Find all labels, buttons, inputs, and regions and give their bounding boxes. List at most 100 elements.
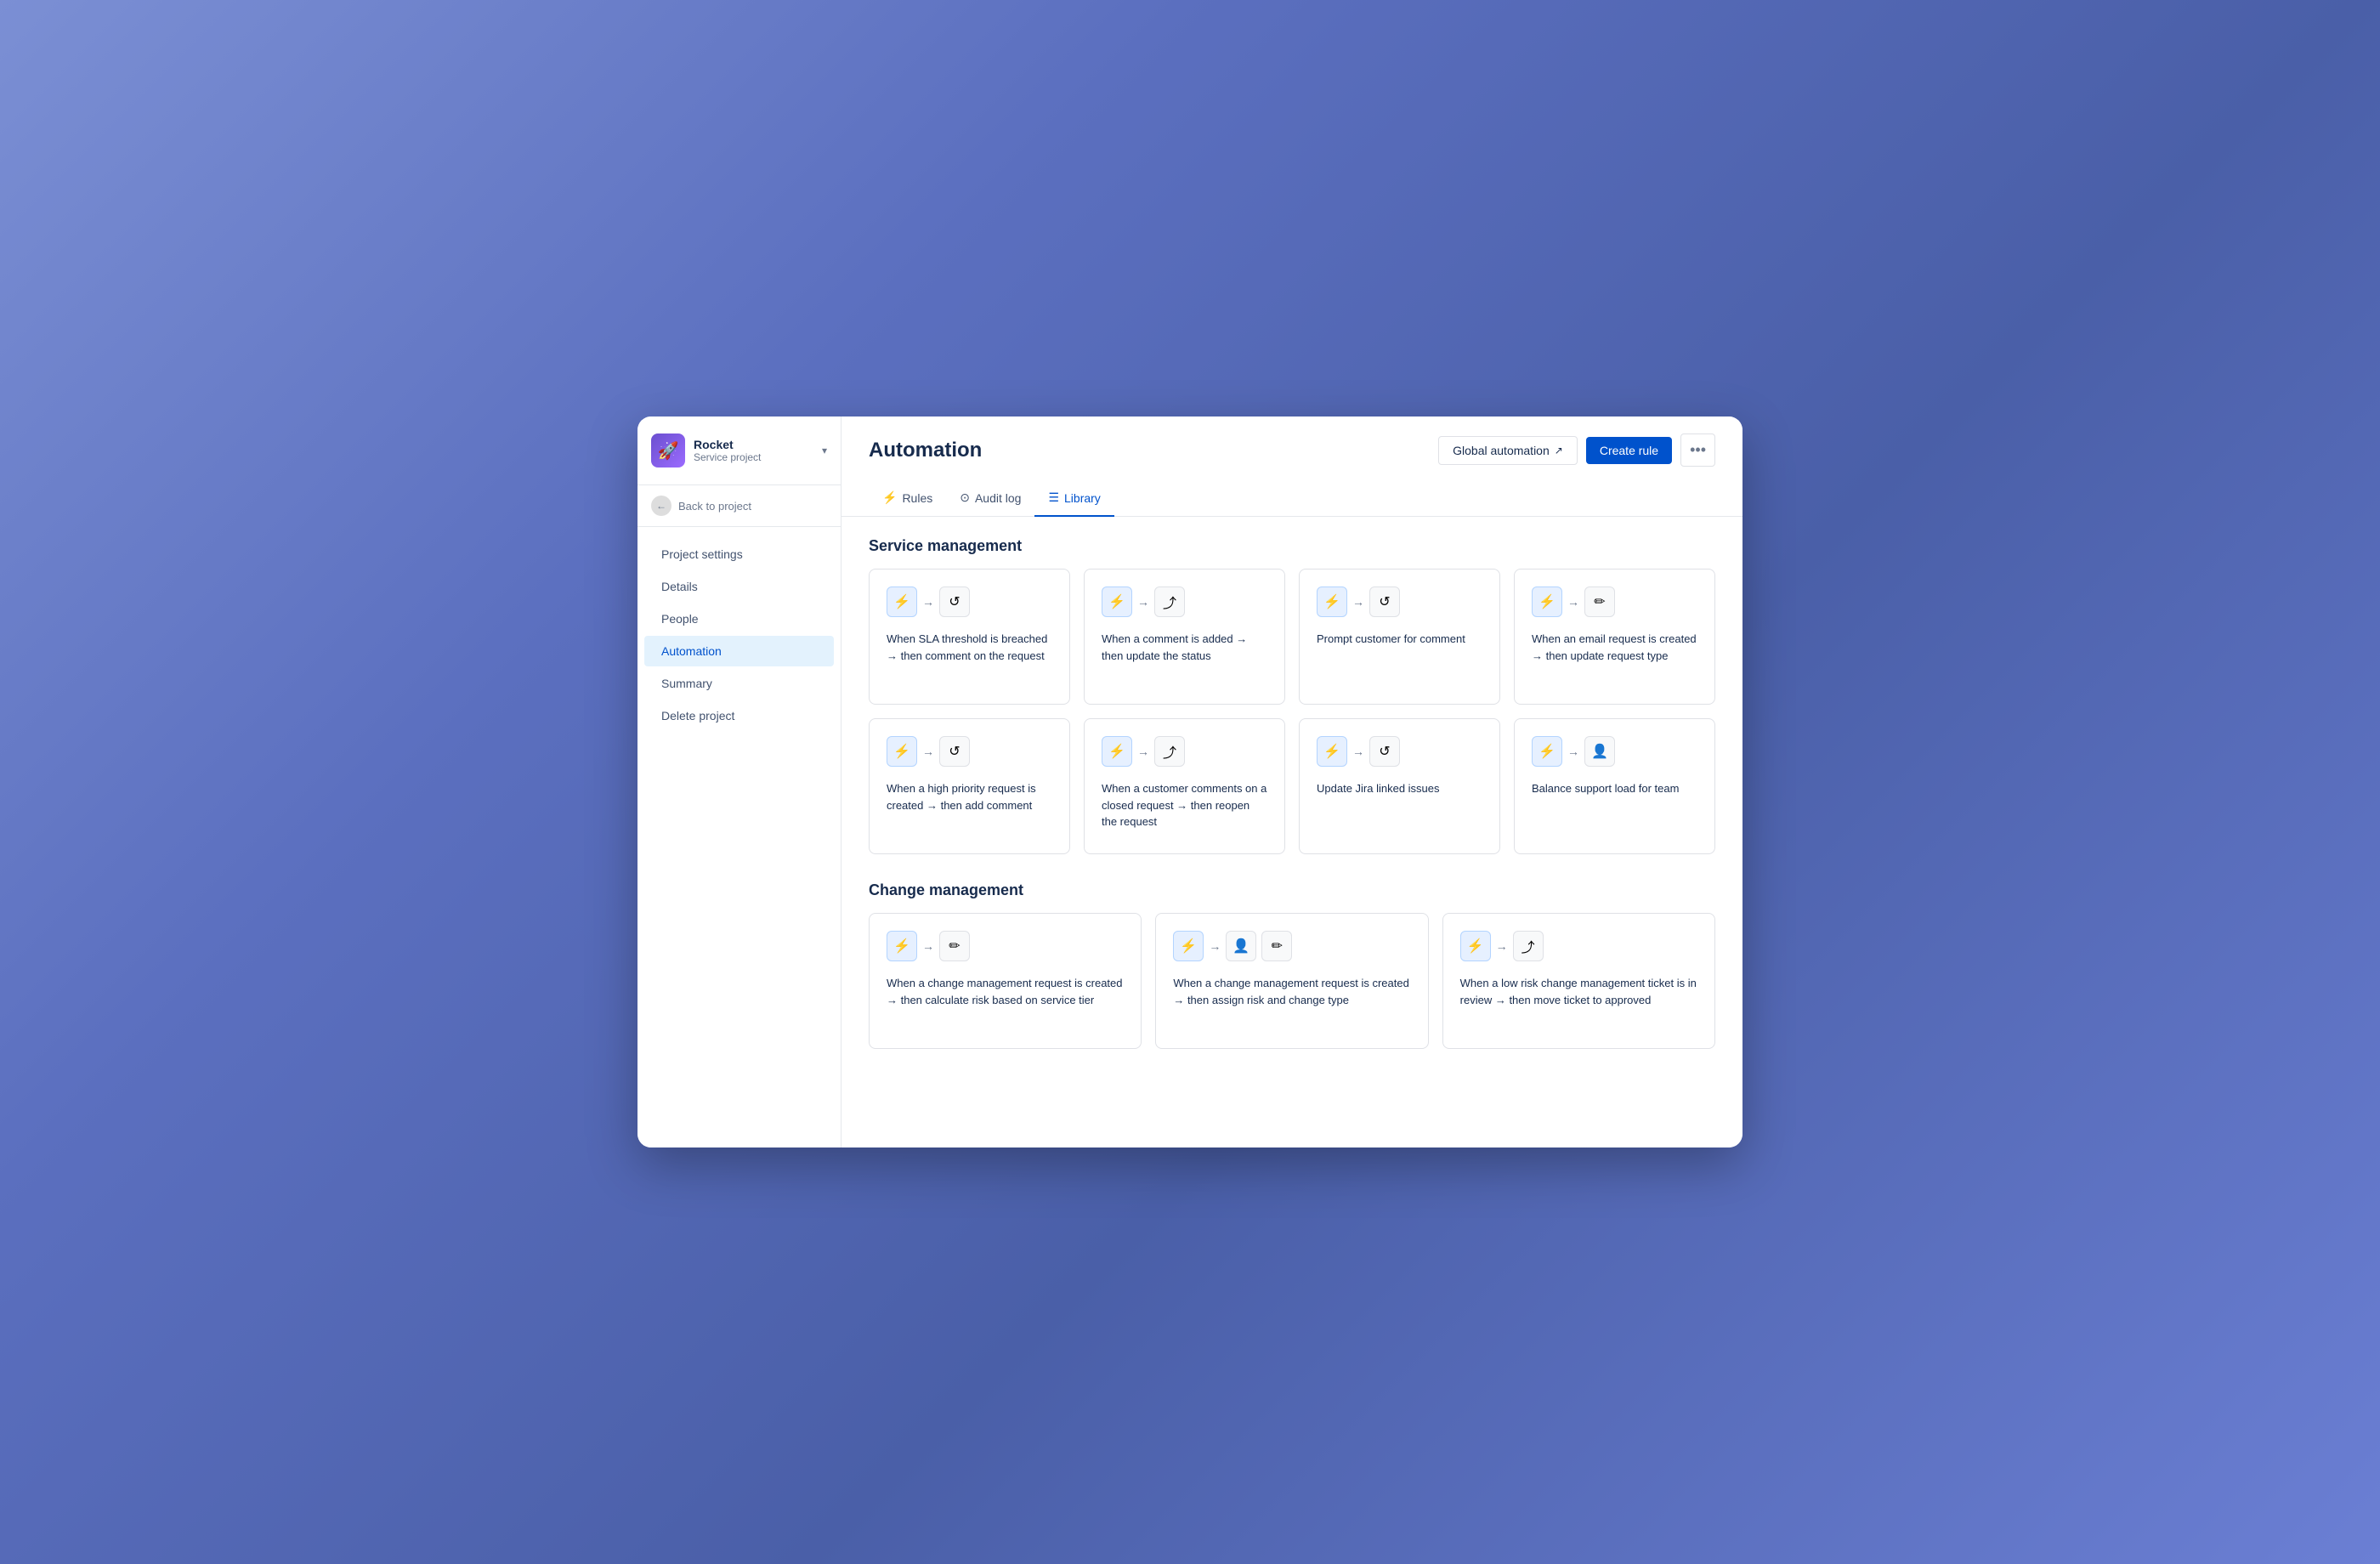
rule-label: When a change management request is crea…	[887, 975, 1124, 1031]
project-icon: 🚀	[651, 434, 685, 468]
library-icon: ☰	[1048, 490, 1059, 505]
sidebar-item-automation[interactable]: Automation	[644, 636, 834, 666]
service-management-grid: ⚡ → ↺ When SLA threshold is breached → t…	[869, 569, 1715, 854]
action-icon-pencil: ✏	[1261, 931, 1292, 961]
rule-icons: ⚡ → ↺	[887, 736, 1052, 767]
trigger-icon: ⚡	[1102, 736, 1132, 767]
sidebar-item-project-settings[interactable]: Project settings	[644, 539, 834, 570]
trigger-icon: ⚡	[1460, 931, 1491, 961]
back-to-project[interactable]: ← Back to project	[638, 485, 841, 527]
rule-card-balance-support[interactable]: ⚡ → 👤 Balance support load for team	[1514, 718, 1715, 854]
rule-label: When an email request is created → then …	[1532, 631, 1697, 687]
content-area: Service management ⚡ → ↺ When SLA thresh…	[842, 517, 1742, 1096]
rule-card-comment-status[interactable]: ⚡ → ⤴ When a comment is added → then upd…	[1084, 569, 1285, 705]
rule-icons: ⚡ → 👤 ✏	[1173, 931, 1410, 961]
sidebar-item-people[interactable]: People	[644, 604, 834, 634]
rule-card-jira-linked[interactable]: ⚡ → ↺ Update Jira linked issues	[1299, 718, 1500, 854]
sidebar-nav: Project settings Details People Automati…	[638, 527, 841, 743]
trigger-icon: ⚡	[887, 586, 917, 617]
trigger-icon: ⚡	[887, 736, 917, 767]
rule-label: Prompt customer for comment	[1317, 631, 1482, 687]
sidebar-project: 🚀 Rocket Service project	[651, 434, 761, 468]
rule-card-email-request[interactable]: ⚡ → ✏ When an email request is created →…	[1514, 569, 1715, 705]
project-type: Service project	[694, 451, 761, 463]
header-top: Automation Global automation ↗ Create ru…	[869, 434, 1715, 467]
sidebar-item-delete-project[interactable]: Delete project	[644, 700, 834, 731]
action-icon: ⤴	[1513, 931, 1544, 961]
back-label: Back to project	[678, 500, 751, 513]
sidebar-header: 🚀 Rocket Service project ▾	[638, 416, 841, 485]
rule-icons: ⚡ → ⤴	[1102, 586, 1267, 617]
action-icon: ↺	[939, 586, 970, 617]
rules-icon: ⚡	[882, 490, 897, 505]
arrow-icon: →	[1352, 745, 1364, 758]
project-info: Rocket Service project	[694, 438, 761, 463]
action-icon: ✏	[939, 931, 970, 961]
action-icon: 👤	[1584, 736, 1615, 767]
rule-icons: ⚡ → ✏	[887, 931, 1124, 961]
arrow-icon: →	[1567, 595, 1579, 609]
sidebar-item-summary[interactable]: Summary	[644, 668, 834, 699]
trigger-icon: ⚡	[1532, 736, 1562, 767]
rule-icons: ⚡ → ↺	[1317, 736, 1482, 767]
action-icon: ↺	[939, 736, 970, 767]
rule-card-prompt-customer[interactable]: ⚡ → ↺ Prompt customer for comment	[1299, 569, 1500, 705]
trigger-icon: ⚡	[1532, 586, 1562, 617]
rule-label: When a change management request is crea…	[1173, 975, 1410, 1031]
app-container: 🚀 Rocket Service project ▾ ← Back to pro…	[638, 416, 1742, 1148]
trigger-icon: ⚡	[887, 931, 917, 961]
rule-label: When SLA threshold is breached → then co…	[887, 631, 1052, 687]
rule-icons: ⚡ → ↺	[1317, 586, 1482, 617]
arrow-icon: →	[922, 745, 934, 758]
sidebar: 🚀 Rocket Service project ▾ ← Back to pro…	[638, 416, 842, 1148]
arrow-icon: →	[1352, 595, 1364, 609]
action-icon: ⤴	[1154, 586, 1185, 617]
external-link-icon: ↗	[1555, 445, 1563, 456]
action-icon-person: 👤	[1226, 931, 1256, 961]
arrow-icon: →	[922, 939, 934, 953]
back-icon: ←	[651, 496, 672, 516]
more-options-button[interactable]: •••	[1680, 434, 1715, 467]
section-title-change-management: Change management	[869, 881, 1715, 899]
action-icon: ⤴	[1154, 736, 1185, 767]
sidebar-item-details[interactable]: Details	[644, 571, 834, 602]
create-rule-button[interactable]: Create rule	[1586, 437, 1672, 464]
project-name: Rocket	[694, 438, 761, 451]
tab-rules-label: Rules	[902, 491, 932, 505]
rule-card-high-priority[interactable]: ⚡ → ↺ When a high priority request is cr…	[869, 718, 1070, 854]
trigger-icon: ⚡	[1173, 931, 1204, 961]
rule-card-low-risk-review[interactable]: ⚡ → ⤴ When a low risk change management …	[1442, 913, 1715, 1049]
action-icon: ↺	[1369, 736, 1400, 767]
rule-label: When a customer comments on a closed req…	[1102, 780, 1267, 836]
arrow-icon: →	[1496, 939, 1508, 953]
rule-card-sla-threshold[interactable]: ⚡ → ↺ When SLA threshold is breached → t…	[869, 569, 1070, 705]
global-automation-button[interactable]: Global automation ↗	[1438, 436, 1578, 465]
rule-icons: ⚡ → ↺	[887, 586, 1052, 617]
dropdown-icon[interactable]: ▾	[822, 445, 827, 456]
tab-library[interactable]: ☰ Library	[1034, 480, 1114, 517]
rule-card-change-assign[interactable]: ⚡ → 👤 ✏ When a change management request…	[1155, 913, 1428, 1049]
rule-label: When a comment is added → then update th…	[1102, 631, 1267, 687]
trigger-icon: ⚡	[1317, 586, 1347, 617]
rule-label: When a high priority request is created …	[887, 780, 1052, 836]
rule-label: Balance support load for team	[1532, 780, 1697, 836]
tab-library-label: Library	[1064, 491, 1101, 505]
tab-rules[interactable]: ⚡ Rules	[869, 480, 946, 517]
rule-label: When a low risk change management ticket…	[1460, 975, 1697, 1031]
rule-icons: ⚡ → ⤴	[1460, 931, 1697, 961]
trigger-icon: ⚡	[1317, 736, 1347, 767]
tabs: ⚡ Rules ⊙ Audit log ☰ Library	[869, 480, 1715, 516]
rule-label: Update Jira linked issues	[1317, 780, 1482, 836]
header-actions: Global automation ↗ Create rule •••	[1438, 434, 1715, 467]
rule-icons: ⚡ → ✏	[1532, 586, 1697, 617]
page-title: Automation	[869, 439, 982, 462]
tab-audit-log[interactable]: ⊙ Audit log	[946, 480, 1034, 517]
rule-card-customer-closed[interactable]: ⚡ → ⤴ When a customer comments on a clos…	[1084, 718, 1285, 854]
arrow-icon: →	[922, 595, 934, 609]
action-icon: ✏	[1584, 586, 1615, 617]
rule-card-change-risk[interactable]: ⚡ → ✏ When a change management request i…	[869, 913, 1142, 1049]
rule-icons: ⚡ → 👤	[1532, 736, 1697, 767]
action-icon: ↺	[1369, 586, 1400, 617]
tab-audit-log-label: Audit log	[975, 491, 1021, 505]
rule-icons: ⚡ → ⤴	[1102, 736, 1267, 767]
